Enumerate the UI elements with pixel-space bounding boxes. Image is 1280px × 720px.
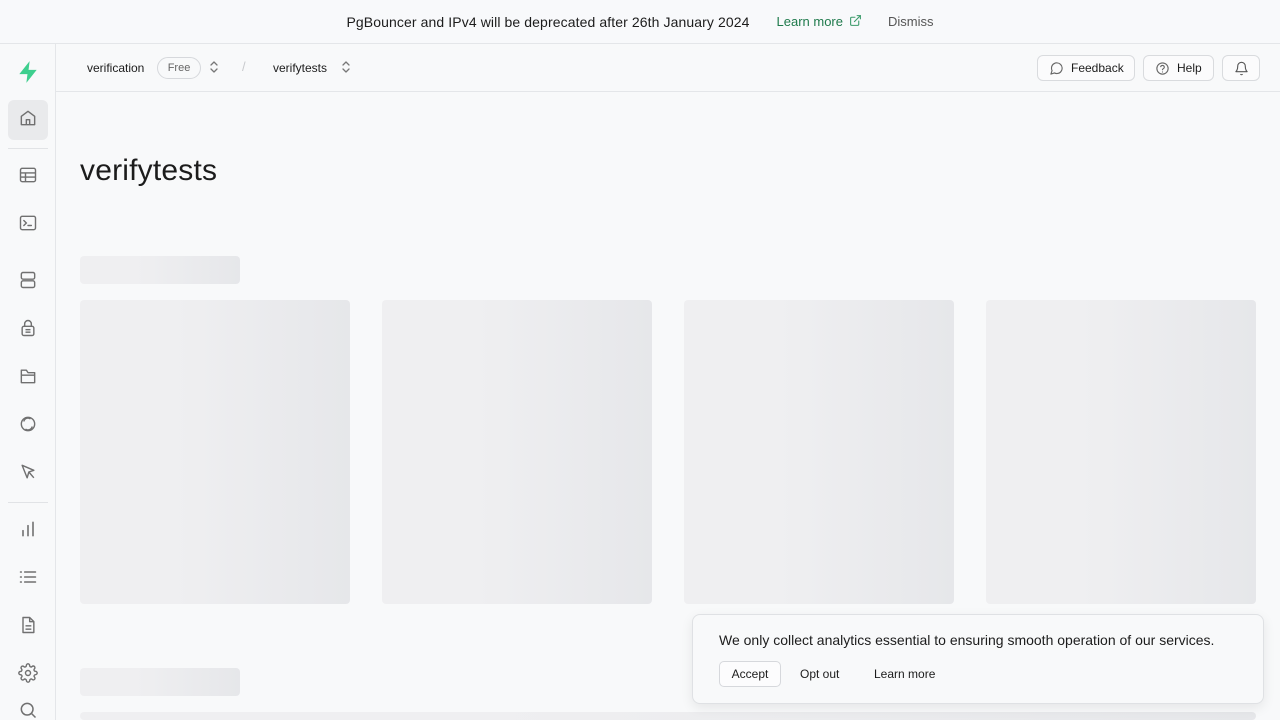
banner-learn-more-label: Learn more: [776, 14, 843, 29]
project-selector[interactable]: verifytests: [273, 61, 327, 75]
sidebar-item-storage[interactable]: [8, 358, 48, 398]
feedback-label: Feedback: [1071, 61, 1124, 75]
help-button[interactable]: Help: [1143, 55, 1214, 81]
sidebar-item-table-editor[interactable]: [8, 157, 48, 197]
skeleton-card: [684, 300, 954, 604]
external-link-icon: [849, 14, 862, 30]
search-icon: [18, 700, 38, 720]
deprecation-banner: PgBouncer and IPv4 will be deprecated af…: [0, 0, 1280, 44]
sidebar-item-home[interactable]: [8, 100, 48, 140]
project-chevron-icon[interactable]: [340, 60, 352, 79]
help-label: Help: [1177, 61, 1202, 75]
home-icon: [18, 108, 38, 133]
bell-icon: [1234, 61, 1249, 76]
sidebar-item-authentication[interactable]: [8, 310, 48, 350]
top-header: verification Free / verifytests Feedback…: [56, 44, 1280, 92]
sidebar-item-api-docs[interactable]: [8, 607, 48, 647]
bar-chart-icon: [18, 519, 38, 544]
cursor-icon: [18, 462, 38, 487]
gear-icon: [18, 662, 38, 688]
document-icon: [18, 615, 38, 640]
database-icon: [18, 270, 38, 295]
page-title: verifytests: [80, 154, 218, 187]
cookie-learn-more-link[interactable]: Learn more: [874, 667, 935, 681]
breadcrumb-separator: /: [242, 59, 246, 74]
archive-icon: [18, 366, 38, 391]
plan-badge: Free: [157, 57, 201, 79]
sidebar-item-edge-functions[interactable]: [8, 454, 48, 494]
org-chevron-icon[interactable]: [208, 60, 220, 79]
sidebar-item-search[interactable]: [8, 692, 48, 720]
skeleton-heading: [80, 668, 240, 696]
skeleton-card: [80, 300, 350, 604]
terminal-icon: [18, 213, 38, 238]
banner-learn-more-link[interactable]: Learn more: [777, 14, 862, 30]
org-selector[interactable]: verification: [87, 61, 144, 75]
sidebar-item-logs[interactable]: [8, 559, 48, 599]
notifications-button[interactable]: [1222, 55, 1260, 81]
realtime-icon: [18, 414, 38, 439]
skeleton-heading: [80, 256, 240, 284]
skeleton-card: [382, 300, 652, 604]
feedback-button[interactable]: Feedback: [1037, 55, 1135, 81]
sidebar-item-reports[interactable]: [8, 511, 48, 551]
banner-message: PgBouncer and IPv4 will be deprecated af…: [346, 13, 750, 30]
sidebar: [0, 44, 56, 720]
sidebar-divider: [8, 502, 48, 503]
accept-button[interactable]: Accept: [719, 661, 781, 687]
cookie-message: We only collect analytics essential to e…: [719, 632, 1215, 648]
table-icon: [18, 165, 38, 190]
sidebar-divider: [8, 148, 48, 149]
supabase-logo-icon[interactable]: [8, 52, 48, 92]
sidebar-item-database[interactable]: [8, 262, 48, 302]
sidebar-item-settings[interactable]: [8, 655, 48, 695]
message-circle-icon: [1049, 61, 1064, 76]
list-icon: [18, 567, 38, 592]
opt-out-button[interactable]: Opt out: [800, 667, 839, 681]
sidebar-item-realtime[interactable]: [8, 406, 48, 446]
skeleton-block: [80, 712, 1256, 720]
lock-icon: [18, 318, 38, 343]
cookie-consent-popup: We only collect analytics essential to e…: [692, 614, 1264, 704]
sidebar-item-sql-editor[interactable]: [8, 205, 48, 245]
banner-dismiss-button[interactable]: Dismiss: [888, 14, 934, 29]
skeleton-card: [986, 300, 1256, 604]
help-circle-icon: [1155, 61, 1170, 76]
